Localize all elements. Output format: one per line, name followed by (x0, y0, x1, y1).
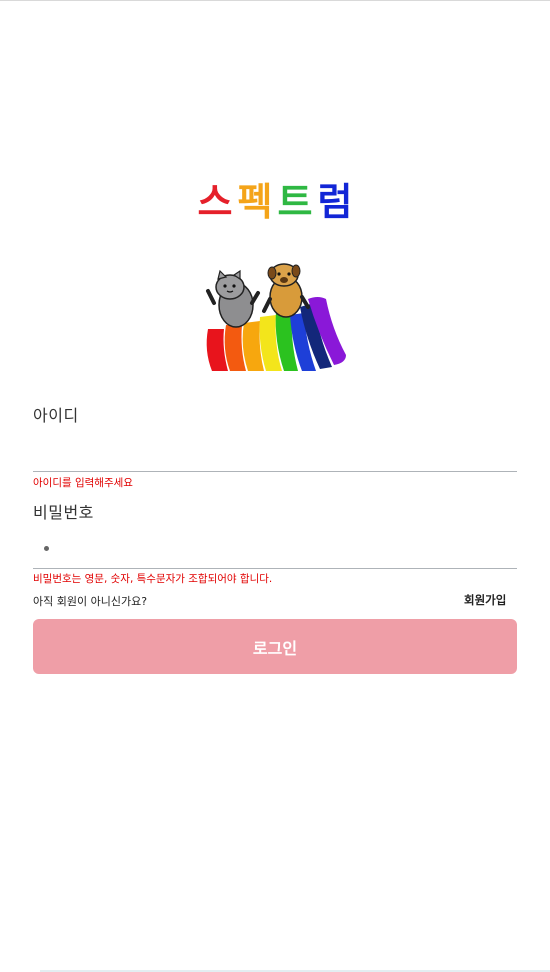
id-label: 아이디 (33, 406, 79, 425)
signup-link[interactable]: 회원가입 (464, 592, 506, 608)
password-mask-dot (44, 546, 49, 551)
id-error-message: 아이디를 입력해주세요 (33, 477, 133, 489)
brand-logo-title: 스 펙 트 럼 (198, 180, 353, 224)
login-button-label: 로그인 (252, 638, 298, 658)
brand-letter-4: 럼 (318, 180, 353, 224)
brand-letter-1: 스 (198, 180, 233, 224)
gray-cat-icon (206, 269, 260, 328)
mascot-illustration (206, 263, 346, 371)
password-error-message: 비밀번호는 영문, 숫자, 특수문자가 조합되어야 합니다. (33, 573, 273, 585)
login-page: 스 펙 트 럼 아이디 아이디를 입력해주세요 비밀번호 비밀번호는 영문, 숫… (0, 0, 550, 972)
brand-letter-2: 펙 (238, 180, 273, 224)
password-label: 비밀번호 (33, 503, 94, 522)
password-input[interactable] (33, 533, 517, 567)
signup-prompt: 아직 회원이 아니신가요? (33, 595, 148, 608)
brand-letter-3: 트 (278, 180, 313, 224)
login-button[interactable]: 로그인 (33, 619, 517, 674)
id-input[interactable] (33, 436, 517, 470)
password-underline (33, 568, 517, 569)
id-underline (33, 471, 517, 472)
